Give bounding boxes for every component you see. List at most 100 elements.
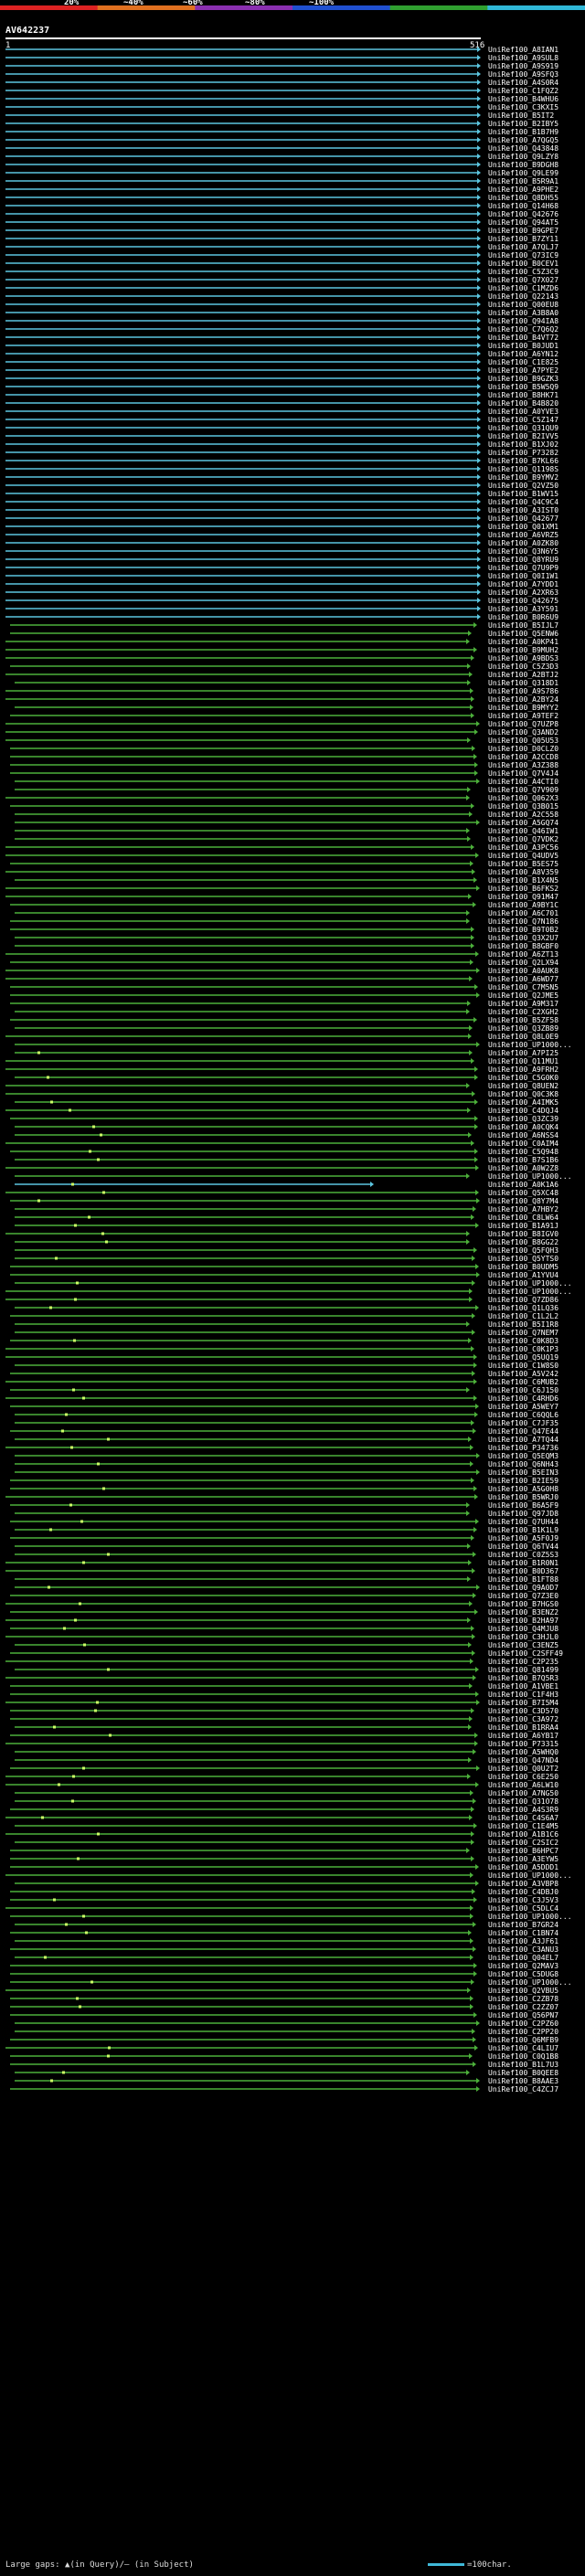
hit-label[interactable]: UniRef100_C5G0K0 [488,1074,558,1082]
hit-label[interactable]: UniRef100_Q7X027 [488,276,558,284]
hit-label[interactable]: UniRef100_B1R0N1 [488,1559,558,1567]
hit-label[interactable]: UniRef100_UP1000... [488,1172,572,1181]
hit-label[interactable]: UniRef100_A7YDD1 [488,580,558,588]
hit-label[interactable]: UniRef100_C1E825 [488,358,558,366]
hit-label[interactable]: UniRef100_Q7UH44 [488,1518,558,1526]
hit-label[interactable]: UniRef100_A3Y591 [488,605,558,613]
hit-label[interactable]: UniRef100_C0K8D3 [488,1337,558,1345]
hit-label[interactable]: UniRef100_C3KXI5 [488,103,558,111]
hit-label[interactable]: UniRef100_UP1000... [488,1279,572,1288]
hit-label[interactable]: UniRef100_A9SFQ3 [488,70,558,79]
hit-label[interactable]: UniRef100_A3JF61 [488,1937,558,1945]
hit-label[interactable]: UniRef100_C6E250 [488,1773,558,1781]
hit-label[interactable]: UniRef100_A8IAN1 [488,46,558,54]
hit-label[interactable]: UniRef100_P34736 [488,1444,558,1452]
hit-label[interactable]: UniRef100_C2P235 [488,1658,558,1666]
hit-label[interactable]: UniRef100_A0CQK4 [488,1123,558,1131]
hit-label[interactable]: UniRef100_B2IBY5 [488,120,558,128]
hit-label[interactable]: UniRef100_A6ZT13 [488,950,558,959]
hit-label[interactable]: UniRef100_C4RHD6 [488,1394,558,1403]
hit-label[interactable]: UniRef100_A1B1C6 [488,1830,558,1839]
hit-label[interactable]: UniRef100_B7ZY11 [488,235,558,243]
hit-label[interactable]: UniRef100_B8GG22 [488,1238,558,1246]
hit-label[interactable]: UniRef100_B5ES75 [488,860,558,868]
hit-label[interactable]: UniRef100_Q9LE99 [488,169,558,177]
hit-label[interactable]: UniRef100_Q46IW1 [488,827,558,835]
hit-label[interactable]: UniRef100_Q4UDV5 [488,852,558,860]
hit-label[interactable]: UniRef100_B1K1L9 [488,1526,558,1534]
hit-label[interactable]: UniRef100_Q05U53 [488,737,558,745]
hit-label[interactable]: UniRef100_C7M5N5 [488,983,558,991]
hit-label[interactable]: UniRef100_A2CCD8 [488,753,558,761]
hit-label[interactable]: UniRef100_Q5FQH3 [488,1246,558,1255]
hit-label[interactable]: UniRef100_C2SFF49 [488,1649,563,1658]
hit-label[interactable]: UniRef100_C4ZCJ7 [488,2085,558,2094]
hit-label[interactable]: UniRef100_UP1000... [488,1871,572,1880]
hit-label[interactable]: UniRef100_Q73IC9 [488,251,558,260]
hit-label[interactable]: UniRef100_Q9LZY8 [488,153,558,161]
hit-label[interactable]: UniRef100_Q5XC48 [488,1189,558,1197]
hit-label[interactable]: UniRef100_Q5YTS0 [488,1255,558,1263]
hit-label[interactable]: UniRef100_A9FRH2 [488,1065,558,1074]
hit-label[interactable]: UniRef100_Q7ZD86 [488,1296,558,1304]
hit-label[interactable]: UniRef100_B9T0B2 [488,926,558,934]
hit-label[interactable]: UniRef100_A0AUK8 [488,967,558,975]
hit-label[interactable]: UniRef100_C6J150 [488,1386,558,1394]
hit-label[interactable]: UniRef100_C1W8S0 [488,1362,558,1370]
hit-label[interactable]: UniRef100_Q0U2T2 [488,1765,558,1773]
hit-label[interactable]: UniRef100_A9TEF2 [488,712,558,720]
hit-label[interactable]: UniRef100_Q8Y7M4 [488,1197,558,1205]
hit-label[interactable]: UniRef100_A8V359 [488,868,558,876]
hit-label[interactable]: UniRef100_P73282 [488,449,558,457]
hit-label[interactable]: UniRef100_Q42675 [488,597,558,605]
hit-label[interactable]: UniRef100_A6YN12 [488,350,558,358]
hit-label[interactable]: UniRef100_A2BTJ2 [488,671,558,679]
hit-label[interactable]: UniRef100_Q43848 [488,144,558,153]
hit-label[interactable]: UniRef100_C5Q948 [488,1148,558,1156]
hit-label[interactable]: UniRef100_B7GR24 [488,1921,558,1929]
hit-label[interactable]: UniRef100_A5V242 [488,1370,558,1378]
hit-label[interactable]: UniRef100_B9GZK3 [488,375,558,383]
hit-label[interactable]: UniRef100_C3J5V3 [488,1896,558,1904]
hit-label[interactable]: UniRef100_A0ZK80 [488,539,558,547]
hit-label[interactable]: UniRef100_B0D367 [488,1567,558,1575]
hit-label[interactable]: UniRef100_C2XGH2 [488,1008,558,1016]
hit-label[interactable]: UniRef100_C2SIC2 [488,1839,558,1847]
hit-label[interactable]: UniRef100_Q3ZB89 [488,1024,558,1033]
hit-label[interactable]: UniRef100_Q318D1 [488,679,558,687]
hit-label[interactable]: UniRef100_B4VT72 [488,334,558,342]
hit-label[interactable]: UniRef100_Q8YRU9 [488,556,558,564]
hit-label[interactable]: UniRef100_B7KL66 [488,457,558,465]
hit-label[interactable]: UniRef100_A7HBY2 [488,1205,558,1214]
hit-label[interactable]: UniRef100_A6LW10 [488,1781,558,1789]
hit-label[interactable]: UniRef100_B0R6U9 [488,613,558,621]
hit-label[interactable]: UniRef100_Q7Z3E0 [488,1592,558,1600]
hit-label[interactable]: UniRef100_Q6NH43 [488,1460,558,1468]
hit-label[interactable]: UniRef100_Q5EQM3 [488,1452,558,1460]
hit-label[interactable]: UniRef100_C0K1P3 [488,1345,558,1353]
hit-label[interactable]: UniRef100_A6C701 [488,909,558,917]
hit-label[interactable]: UniRef100_C7JF35 [488,1419,558,1427]
hit-label[interactable]: UniRef100_A9S919 [488,62,558,70]
hit-label[interactable]: UniRef100_A3B8A0 [488,309,558,317]
hit-label[interactable]: UniRef100_Q22143 [488,292,558,301]
hit-label[interactable]: UniRef100_A5WHQ0 [488,1748,558,1756]
hit-label[interactable]: UniRef100_Q0I1W1 [488,572,558,580]
hit-label[interactable]: UniRef100_B2IE59 [488,1477,558,1485]
hit-label[interactable]: UniRef100_A9SUL8 [488,54,558,62]
hit-label[interactable]: UniRef100_Q94AT5 [488,218,558,227]
hit-label[interactable]: UniRef100_B6FKS2 [488,885,558,893]
hit-label[interactable]: UniRef100_B8GBF0 [488,942,558,950]
hit-label[interactable]: UniRef100_Q2JME5 [488,991,558,1000]
hit-label[interactable]: UniRef100_B5EIN3 [488,1468,558,1477]
hit-label[interactable]: UniRef100_B2IVV5 [488,432,558,440]
hit-label[interactable]: UniRef100_Q2VBU5 [488,1987,558,1995]
hit-label[interactable]: UniRef100_Q8UEN2 [488,1082,558,1090]
hit-label[interactable]: UniRef100_B5I1R8 [488,1320,558,1329]
hit-label[interactable]: UniRef100_C5Z3D3 [488,663,558,671]
hit-label[interactable]: UniRef100_C1E4M5 [488,1822,558,1830]
hit-label[interactable]: UniRef100_Q7V909 [488,786,558,794]
hit-label[interactable]: UniRef100_Q94IA8 [488,317,558,325]
hit-label[interactable]: UniRef100_A4CTI0 [488,778,558,786]
hit-label[interactable]: UniRef100_B1XJ02 [488,440,558,449]
